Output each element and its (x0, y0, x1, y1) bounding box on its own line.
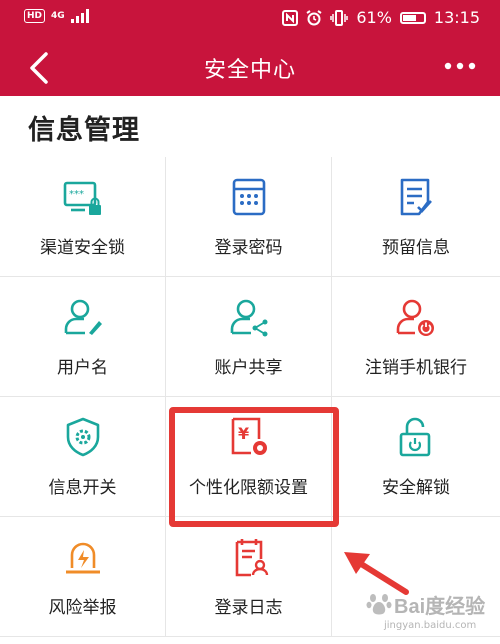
vibrate-icon (330, 9, 349, 26)
battery-icon (399, 11, 426, 24)
battery-percent: 61% (356, 8, 392, 27)
nfc-icon (282, 9, 299, 26)
grid-item-info-switch[interactable]: 信息开关 (0, 397, 166, 517)
alarm-light-icon (66, 542, 100, 574)
grid-item-label: 登录日志 (214, 598, 283, 618)
log-clipboard-icon (235, 539, 269, 577)
grid-item-label: 预留信息 (382, 238, 450, 258)
keypad-icon (232, 178, 266, 216)
section-title: 信息管理 (28, 115, 140, 146)
document-check-icon (400, 178, 432, 216)
svg-text:***: *** (69, 189, 84, 200)
grid-item-username[interactable]: 用户名 (0, 277, 166, 397)
grid-item-channel-lock[interactable]: *** 渠道安全锁 (0, 157, 166, 277)
grid-item-label: 登录密码 (214, 238, 283, 258)
grid-item-login-password[interactable]: 登录密码 (166, 157, 332, 277)
grid-item-deregister[interactable]: 注销手机银行 (332, 277, 500, 397)
user-share-icon (230, 299, 268, 337)
grid-item-security-unlock[interactable]: 安全解锁 (332, 397, 500, 517)
password-lock-icon: *** (63, 181, 101, 215)
baidu-paw-icon (366, 594, 392, 615)
watermark-url: jingyan.baidu.com (384, 620, 477, 631)
network-indicator: 4G (51, 11, 65, 21)
signal-icon (70, 9, 89, 23)
grid-item-risk-report[interactable]: 风险举报 (0, 517, 166, 637)
watermark: Bai度经验 jingyan.baidu.com (366, 588, 486, 640)
app-bar: 安全中心 (0, 38, 500, 96)
alarm-icon (306, 9, 322, 25)
more-options-icon[interactable] (440, 50, 480, 82)
hd-indicator: HD (24, 9, 46, 23)
grid-item-label: 注销手机银行 (365, 358, 467, 378)
watermark-text: Bai度经验 (394, 596, 486, 618)
grid-item-label: 渠道安全锁 (40, 238, 125, 258)
grid-item-label: 风险举报 (48, 598, 117, 618)
status-right: 61% 13:15 (282, 8, 480, 27)
grid-item-account-share[interactable]: 账户共享 (166, 277, 332, 397)
status-left: HD 4G (24, 9, 89, 23)
highlight-box (169, 407, 339, 527)
grid-item-label: 信息开关 (48, 478, 117, 498)
grid-item-reserved-info[interactable]: 预留信息 (332, 157, 500, 277)
unlock-icon (399, 417, 431, 457)
grid-item-label: 安全解锁 (382, 478, 450, 498)
user-power-icon (396, 299, 434, 336)
grid-item-label: 账户共享 (214, 358, 283, 378)
user-edit-icon (64, 299, 102, 335)
grid-item-label: 用户名 (57, 358, 108, 378)
status-bar: HD 4G 61% 13:15 (0, 0, 500, 38)
shield-gear-icon (66, 417, 100, 457)
page-title: 安全中心 (203, 58, 296, 83)
clock: 13:15 (433, 8, 480, 27)
grid-item-login-log[interactable]: 登录日志 (166, 517, 332, 637)
